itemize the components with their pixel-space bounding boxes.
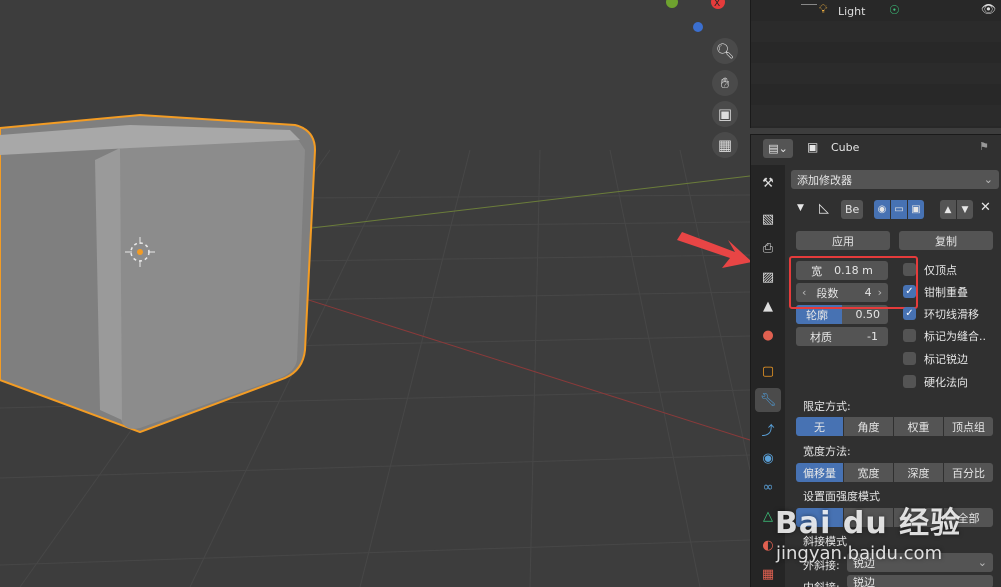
camera-icon[interactable]: ▣ — [712, 101, 738, 127]
grid-view-icon[interactable]: ▦ — [712, 132, 738, 158]
watermark-logo: Bai du 经验 — [775, 506, 962, 541]
mark-sharp-checkbox[interactable] — [903, 352, 916, 365]
camera-toggle-icon[interactable]: ◉ — [874, 200, 890, 219]
zoom-icon[interactable]: 🔍︎ — [712, 38, 738, 64]
output-tab-icon[interactable]: ⎙ — [755, 236, 781, 260]
outliner-empty-row — [751, 84, 1001, 105]
inner-miter-value: 锐边 — [853, 575, 875, 587]
width-depth-button[interactable]: 深度 — [894, 463, 943, 482]
particles-tab-icon[interactable]: ⤴ — [755, 417, 781, 441]
viewport-scene[interactable]: X — [0, 0, 750, 587]
world-tab-icon[interactable]: ● — [755, 323, 781, 347]
limit-none-button[interactable]: 无 — [796, 417, 843, 436]
3d-viewport[interactable]: X 🔍︎ ✋︎ ▣ ▦ — [0, 0, 750, 587]
chevron-down-icon: ⌄ — [983, 173, 993, 186]
editor-type-icon[interactable]: ▤⌄ — [763, 139, 793, 158]
chevron-down-icon: ⌄ — [977, 556, 987, 569]
copy-button[interactable]: 复制 — [899, 231, 993, 250]
object-icon: ▣ — [807, 140, 819, 154]
bevel-modifier-icon: ◺ — [819, 201, 829, 216]
scene-tab-icon[interactable]: ▲ — [755, 294, 781, 318]
display-toggle-icon[interactable]: ▭ — [891, 200, 907, 219]
pin-icon[interactable]: ⚑ — [979, 140, 989, 153]
modifier-name: Be — [845, 203, 860, 216]
editmode-toggle-icon[interactable]: ▣ — [908, 200, 924, 219]
visibility-eye-icon[interactable]: 👁︎ — [981, 2, 996, 16]
material-label: 材质 — [810, 330, 832, 344]
outliner-empty-row — [751, 105, 1001, 126]
clamp-overlap-checkbox[interactable]: ✓ — [903, 285, 916, 298]
harden-normals-checkbox[interactable] — [903, 375, 916, 388]
svg-text:X: X — [714, 0, 720, 9]
light-icon: 💡︎ — [819, 2, 828, 16]
outliner-light-label: Light — [838, 5, 866, 18]
outliner-empty-row — [751, 21, 1001, 42]
mark-seam-label: 标记为缝合.. — [924, 330, 986, 343]
material-value: -1 — [867, 330, 878, 343]
width-width-button[interactable]: 宽度 — [844, 463, 893, 482]
object-name: Cube — [831, 141, 860, 154]
harden-normals-label: 硬化法向 — [924, 376, 968, 389]
copy-label: 复制 — [935, 234, 957, 248]
render-tab-icon[interactable]: ▧ — [755, 207, 781, 231]
outliner-empty-row — [751, 63, 1001, 84]
cube-object[interactable] — [0, 113, 317, 434]
apply-button[interactable]: 应用 — [796, 231, 890, 250]
light-data-icon[interactable]: ☉ — [889, 3, 900, 17]
annotation-highlight-box — [789, 256, 918, 309]
close-icon[interactable]: ✕ — [980, 200, 991, 215]
outliner-empty-row — [751, 42, 1001, 63]
physics-tab-icon[interactable]: ◉ — [755, 446, 781, 470]
tool-tab-icon[interactable]: ⚒ — [755, 171, 781, 195]
clamp-overlap-label: 钳制重叠 — [924, 286, 968, 299]
add-modifier-dropdown[interactable]: 添加修改器 ⌄ — [791, 170, 999, 189]
material-field[interactable]: 材质 -1 — [796, 327, 888, 346]
width-method-label: 宽度方法: — [803, 445, 851, 458]
gizmo-z-dot — [693, 22, 703, 32]
annotation-arrow-icon — [677, 232, 750, 268]
inner-miter-label: 内斜接: — [803, 579, 840, 587]
loop-slide-checkbox[interactable]: ✓ — [903, 307, 916, 320]
collapse-arrow-icon[interactable]: ▼ — [797, 203, 804, 213]
add-modifier-label: 添加修改器 — [797, 173, 852, 187]
properties-header: ▤⌄ ▣ Cube ⚑ — [751, 135, 1001, 162]
move-up-icon[interactable]: ▲ — [940, 200, 956, 219]
outliner-row-light[interactable]: 💡︎ Light ☉ 👁︎ — [751, 0, 1001, 21]
object-tab-icon[interactable]: ▢ — [755, 359, 781, 383]
width-percent-button[interactable]: 百分比 — [944, 463, 993, 482]
profile-value: 0.50 — [855, 308, 881, 321]
hand-pan-icon[interactable]: ✋︎ — [712, 70, 738, 96]
vertex-only-label: 仅顶点 — [924, 264, 957, 277]
inner-miter-dropdown[interactable]: 锐边 — [847, 575, 993, 587]
limit-weight-button[interactable]: 权重 — [894, 417, 943, 436]
gizmo-y-dot — [666, 0, 678, 8]
view-layer-tab-icon[interactable]: ▨ — [755, 265, 781, 289]
constraints-tab-icon[interactable]: ∞ — [755, 475, 781, 499]
limit-angle-button[interactable]: 角度 — [844, 417, 893, 436]
modifier-name-field[interactable]: Be — [841, 200, 863, 219]
width-offset-button[interactable]: 偏移量 — [796, 463, 843, 482]
texture-tab-icon[interactable]: ▦ — [755, 562, 781, 586]
limit-method-label: 限定方式: — [803, 400, 851, 413]
move-down-icon[interactable]: ▼ — [957, 200, 973, 219]
mark-seam-checkbox[interactable] — [903, 329, 916, 342]
modifier-tab-icon[interactable]: 🔧︎ — [755, 388, 781, 412]
outliner-panel[interactable]: 💡︎ Light ☉ 👁︎ — [750, 0, 1001, 128]
mark-sharp-label: 标记锐边 — [924, 353, 968, 366]
loop-slide-label: 环切线滑移 — [924, 308, 979, 321]
limit-vertex-group-button[interactable]: 顶点组 — [944, 417, 993, 436]
apply-label: 应用 — [832, 234, 854, 248]
vertex-only-checkbox[interactable] — [903, 263, 916, 276]
watermark-url: jingyan.baidu.com — [776, 543, 943, 564]
